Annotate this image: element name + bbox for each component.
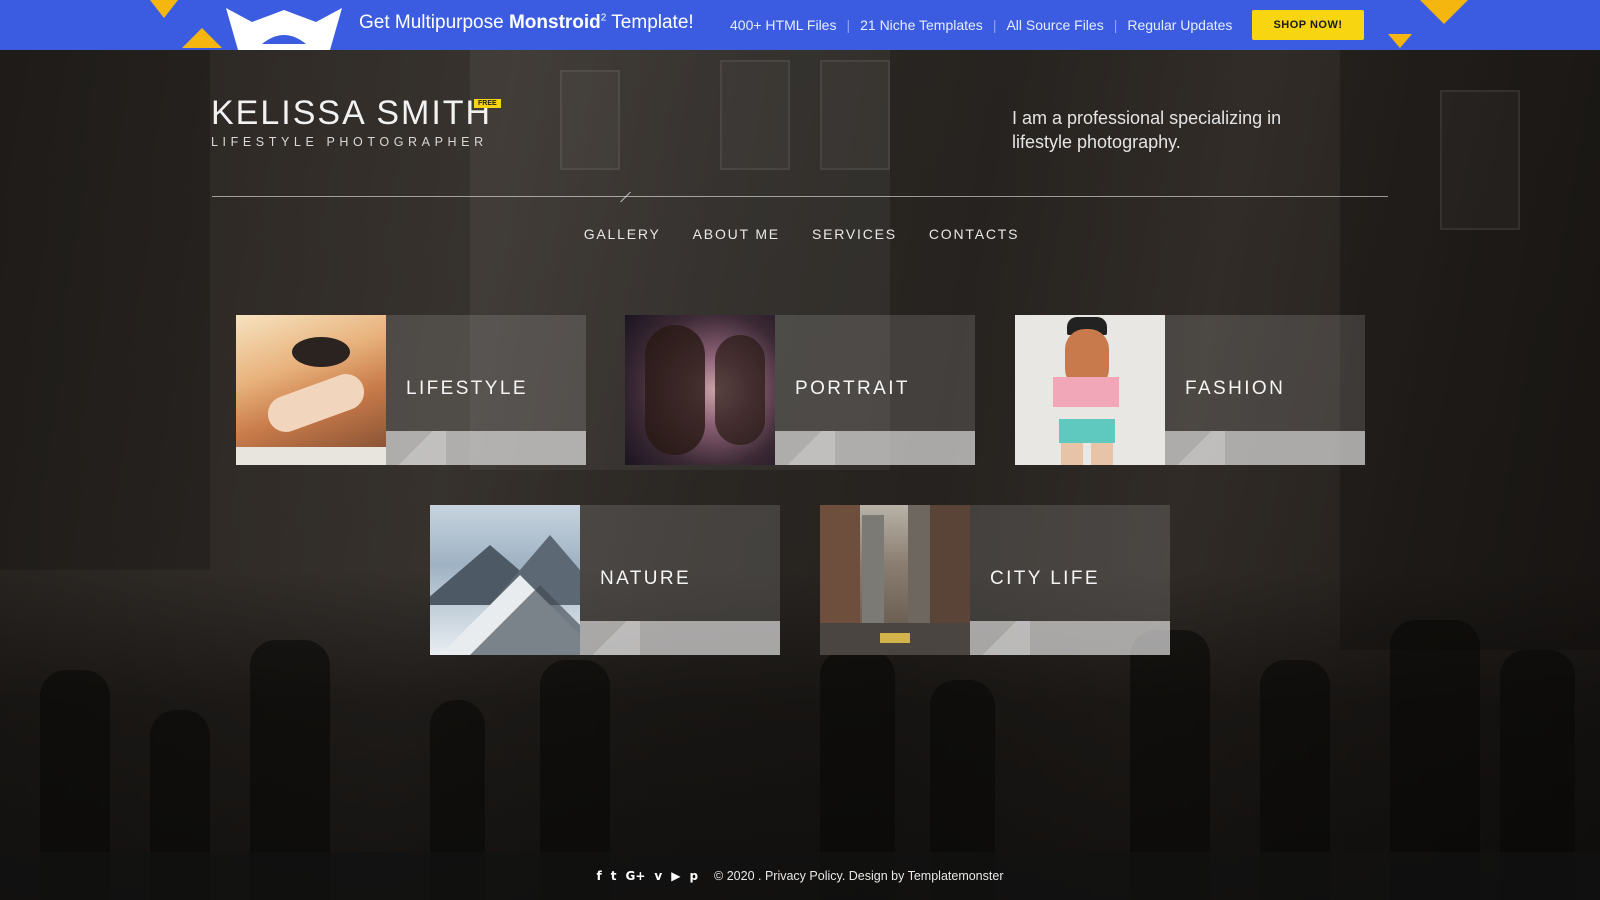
youtube-icon[interactable]: ▶ xyxy=(671,869,680,883)
promo-feature: All Source Files xyxy=(1006,17,1104,33)
lifestyle-photo xyxy=(236,315,386,465)
monstroid-logo-icon xyxy=(226,8,342,50)
gallery-tile-city-life[interactable]: CITY LIFE xyxy=(820,505,1170,655)
free-badge: FREE xyxy=(474,99,501,108)
nav-contacts[interactable]: CONTACTS xyxy=(913,226,1035,242)
main-nav: GALLERY ABOUT ME SERVICES CONTACTS xyxy=(0,226,1600,242)
nav-gallery[interactable]: GALLERY xyxy=(568,226,677,242)
nav-services[interactable]: SERVICES xyxy=(796,226,913,242)
fashion-photo xyxy=(1015,315,1165,465)
twitter-icon[interactable]: t xyxy=(611,869,617,883)
tile-label: NATURE xyxy=(600,568,692,589)
nature-photo xyxy=(430,505,580,655)
pinterest-icon[interactable]: p xyxy=(689,869,698,883)
confetti-decoration xyxy=(1420,0,1468,24)
gallery-tile-fashion[interactable]: FASHION xyxy=(1015,315,1365,465)
promo-title: Get Multipurpose Monstroid2 Template! xyxy=(359,12,694,33)
tile-label: PORTRAIT xyxy=(795,378,910,399)
tile-diagonal xyxy=(580,621,640,655)
copyright-text[interactable]: © 2020 . Privacy Policy. Design by Templ… xyxy=(714,869,1003,883)
portrait-photo xyxy=(625,315,775,465)
tile-diagonal xyxy=(775,431,835,465)
vimeo-icon[interactable]: v xyxy=(654,869,662,883)
confetti-decoration xyxy=(182,28,222,48)
tile-diagonal xyxy=(386,431,446,465)
gallery-tile-portrait[interactable]: PORTRAIT xyxy=(625,315,975,465)
nav-about-me[interactable]: ABOUT ME xyxy=(677,226,796,242)
tile-diagonal xyxy=(970,621,1030,655)
shop-now-button[interactable]: SHOP NOW! xyxy=(1252,10,1364,40)
footer: f t G+ v ▶ p © 2020 . Privacy Policy. De… xyxy=(0,852,1600,900)
facebook-icon[interactable]: f xyxy=(597,869,602,883)
tile-label: FASHION xyxy=(1185,378,1286,399)
header-divider xyxy=(212,196,1388,197)
site-name: KELISSA SMITH xyxy=(211,94,493,132)
confetti-decoration xyxy=(1388,34,1412,48)
promo-banner[interactable]: Get Multipurpose Monstroid2 Template! 40… xyxy=(0,0,1600,50)
google-plus-icon[interactable]: G+ xyxy=(625,869,645,883)
tile-label: CITY LIFE xyxy=(990,568,1100,589)
tile-diagonal xyxy=(1165,431,1225,465)
tagline: I am a professional specializing in life… xyxy=(1012,108,1282,152)
gallery-tile-lifestyle[interactable]: LIFESTYLE xyxy=(236,315,586,465)
social-links: f t G+ v ▶ p xyxy=(597,869,699,883)
promo-feature: Regular Updates xyxy=(1127,17,1233,33)
promo-feature: 21 Niche Templates xyxy=(860,17,983,33)
site-subtitle: LIFESTYLE PHOTOGRAPHER xyxy=(211,135,488,149)
background-street-photo xyxy=(0,50,1600,900)
confetti-decoration xyxy=(150,0,178,18)
city-life-photo xyxy=(820,505,970,655)
gallery-tile-nature[interactable]: NATURE xyxy=(430,505,780,655)
tile-label: LIFESTYLE xyxy=(406,378,528,399)
promo-feature: 400+ HTML Files xyxy=(730,17,837,33)
site-logo[interactable]: KELISSA SMITH FREE LIFESTYLE PHOTOGRAPHE… xyxy=(211,94,501,149)
promo-features: 400+ HTML Files | 21 Niche Templates | A… xyxy=(730,17,1233,33)
